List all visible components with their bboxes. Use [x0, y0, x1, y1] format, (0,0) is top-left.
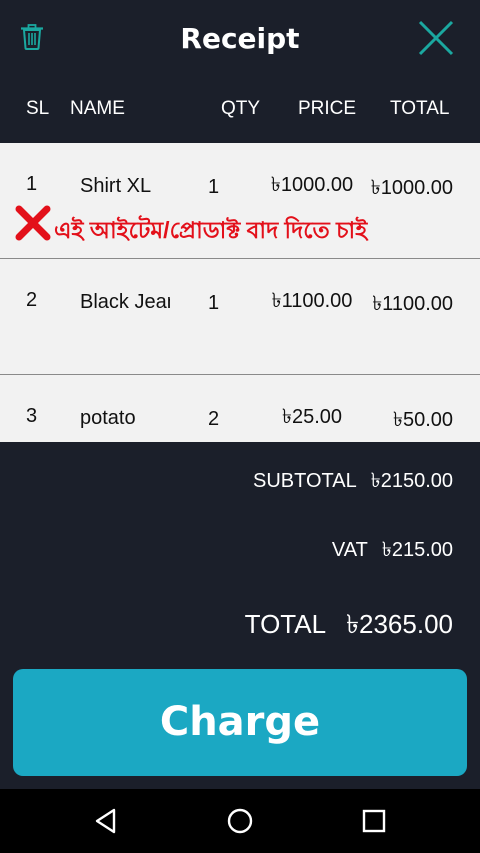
- grand-total-line: TOTAL ৳2365.00: [245, 604, 453, 648]
- back-icon[interactable]: [92, 807, 120, 835]
- row-sl: 1: [26, 173, 38, 195]
- row-name: Black Jeans: [80, 291, 170, 313]
- recents-icon[interactable]: [360, 807, 388, 835]
- total-label: TOTAL: [244, 609, 327, 639]
- column-header-sl: SL: [26, 98, 50, 119]
- vat-label: VAT: [331, 539, 368, 561]
- row-total: ৳50.00: [392, 409, 453, 431]
- column-header-qty: QTY: [221, 98, 261, 119]
- items-list[interactable]: 1 Shirt XL 1 ৳1000.00 ৳1000.00 2 Black J…: [0, 143, 480, 442]
- system-nav-bar: [0, 789, 480, 853]
- column-header-total: TOTAL: [390, 98, 450, 119]
- total-value: ৳2365.00: [346, 609, 453, 639]
- row-name: potato: [80, 407, 136, 429]
- table-row[interactable]: 2 Black Jeans 1 ৳1100.00 ৳1100.00: [0, 259, 480, 375]
- row-price: ৳1000.00: [270, 174, 354, 196]
- row-total: ৳1000.00: [370, 177, 453, 199]
- subtotal-line: SUBTOTAL ৳2150.00: [253, 466, 453, 499]
- close-icon[interactable]: [418, 20, 454, 56]
- row-price: ৳1100.00: [271, 290, 353, 312]
- subtotal-value: ৳2150.00: [370, 470, 453, 492]
- row-qty: 1: [208, 176, 220, 198]
- annotation-text: এই আইটেম/প্রোডাক্ট বাদ দিতে চাই: [54, 217, 368, 243]
- charge-button[interactable]: Charge: [13, 669, 467, 776]
- remove-item-annotation: এই আইটেম/প্রোডাক্ট বাদ দিতে চাই: [14, 204, 474, 248]
- row-sl: 3: [26, 405, 38, 427]
- column-header-name: NAME: [70, 98, 125, 119]
- vat-line: VAT ৳215.00: [332, 535, 453, 568]
- page-title: Receipt: [180, 22, 300, 55]
- column-header-price: PRICE: [298, 98, 357, 119]
- subtotal-label: SUBTOTAL: [253, 470, 357, 492]
- row-name: Shirt XL: [80, 175, 152, 197]
- red-x-mark-icon: [15, 205, 51, 241]
- vat-value: ৳215.00: [381, 539, 453, 561]
- table-header: SL NAME QTY PRICE TOTAL: [0, 90, 480, 130]
- row-sl: 2: [26, 289, 38, 311]
- row-price: ৳25.00: [281, 406, 342, 428]
- row-total: ৳1100.00: [372, 293, 453, 315]
- home-icon[interactable]: [226, 807, 254, 835]
- row-qty: 1: [208, 292, 220, 314]
- row-qty: 2: [208, 408, 220, 430]
- table-row[interactable]: 3 potato 2 ৳25.00 ৳50.00: [0, 375, 480, 442]
- app-header: Receipt: [0, 0, 480, 80]
